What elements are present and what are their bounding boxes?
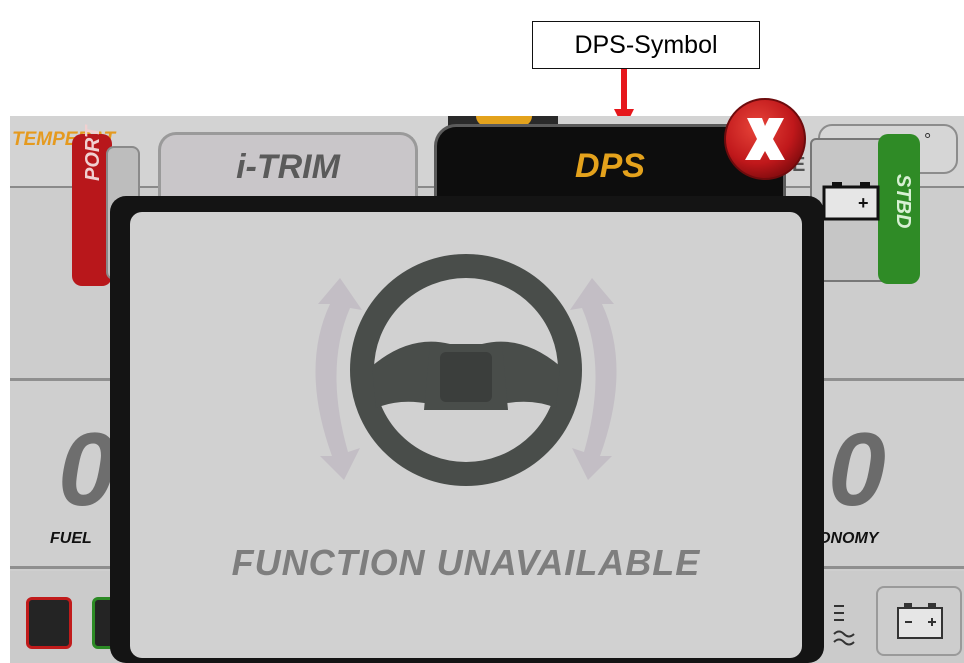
annotation-callout: DPS-Symbol	[532, 21, 760, 69]
dps-dialog: FUNCTION UNAVAILABLE	[110, 196, 824, 663]
svg-text:+: +	[858, 193, 869, 213]
port-label: PORT	[82, 125, 104, 181]
port-status-button[interactable]	[26, 597, 72, 649]
function-unavailable-message: FUNCTION UNAVAILABLE	[231, 542, 701, 583]
device-screen: TEMPERAT WA E 0 ° PORT STBD + 0 0 FUEL O…	[10, 116, 964, 663]
battery-icon	[897, 603, 943, 639]
fuel-value: 0	[58, 412, 116, 528]
dialog-body: FUNCTION UNAVAILABLE	[130, 212, 802, 658]
tab-itrim[interactable]: i-TRIM	[158, 132, 418, 200]
battery-button[interactable]	[876, 586, 962, 656]
close-icon[interactable]	[722, 96, 808, 182]
battery-icon: +	[822, 182, 880, 221]
water-temp-icon	[833, 605, 855, 646]
economy-label: ONOMY	[818, 530, 879, 547]
economy-value: 0	[828, 412, 886, 528]
fuel-label: FUEL	[50, 530, 92, 547]
steering-wheel-icon	[315, 254, 617, 486]
stbd-label: STBD	[892, 174, 914, 229]
angle-unit: °	[924, 130, 932, 150]
